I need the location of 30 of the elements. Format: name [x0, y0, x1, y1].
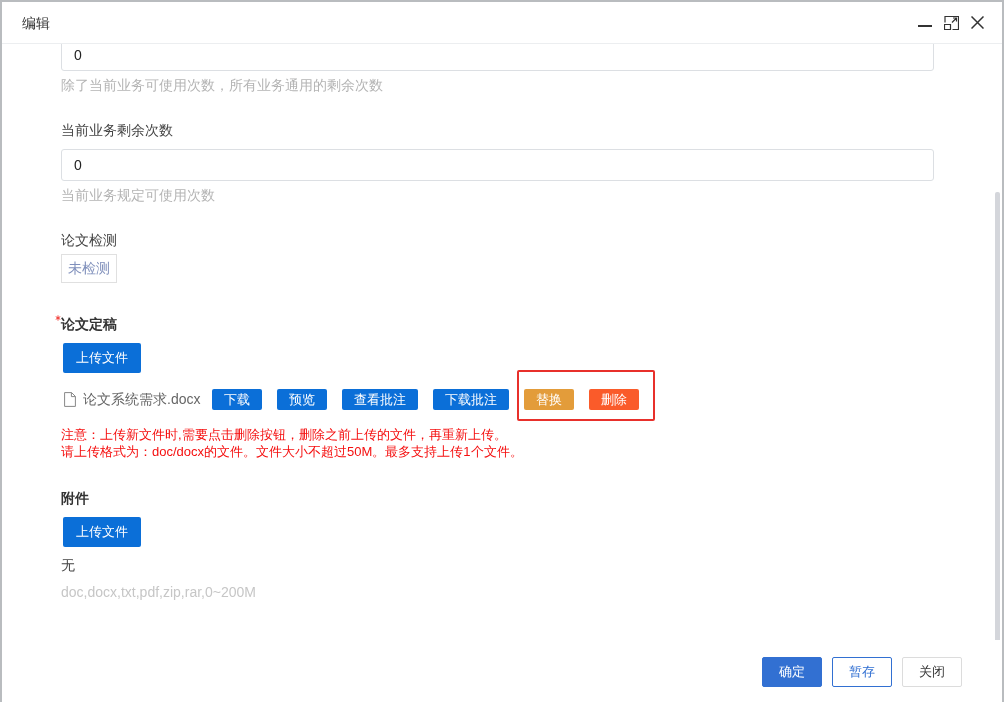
field-label: 论文定稿: [61, 315, 117, 334]
close-icon[interactable]: [971, 16, 984, 29]
warning-text: 请上传格式为：doc/docx的文件。文件大小不超过50M。最多支持上传1个文件。: [61, 443, 523, 460]
help-text: 除了当前业务可使用次数，所有业务通用的剩余次数: [61, 76, 383, 95]
field-label: 附件: [61, 489, 89, 508]
file-action-button[interactable]: 预览: [277, 389, 328, 410]
scrollbar-thumb[interactable]: [995, 192, 1000, 640]
file-action-button[interactable]: 下载: [212, 389, 263, 410]
field-label: 当前业务剩余次数: [61, 121, 173, 140]
file-name[interactable]: 论文系统需求.docx: [83, 390, 201, 409]
dialog-button[interactable]: 暂存: [832, 657, 892, 687]
empty-text: 无: [61, 556, 75, 575]
file-action-button[interactable]: 查看批注: [342, 389, 419, 410]
dialog-button[interactable]: 确定: [762, 657, 822, 687]
field-label: 论文检测: [61, 231, 117, 250]
document-icon: [64, 392, 76, 407]
dialog-title: 编辑: [22, 13, 50, 33]
number-input[interactable]: 0: [61, 44, 934, 71]
number-input[interactable]: 0: [61, 149, 934, 181]
help-text: 当前业务规定可使用次数: [61, 186, 215, 205]
upload-button[interactable]: 上传文件: [63, 517, 141, 547]
warning-text: 注意：上传新文件时,需要点击删除按钮，删除之前上传的文件，再重新上传。: [61, 426, 507, 443]
dialog-button[interactable]: 关闭: [902, 657, 962, 687]
maximize-icon[interactable]: [944, 15, 959, 30]
upload-button[interactable]: 上传文件: [63, 343, 141, 373]
file-action-button[interactable]: 下载批注: [433, 389, 510, 410]
status-tag: 未检测: [61, 254, 117, 283]
minimize-icon[interactable]: [918, 24, 932, 27]
file-action-button[interactable]: 删除: [589, 389, 640, 410]
hint-text: doc,docx,txt,pdf,zip,rar,0~200M: [61, 583, 256, 602]
